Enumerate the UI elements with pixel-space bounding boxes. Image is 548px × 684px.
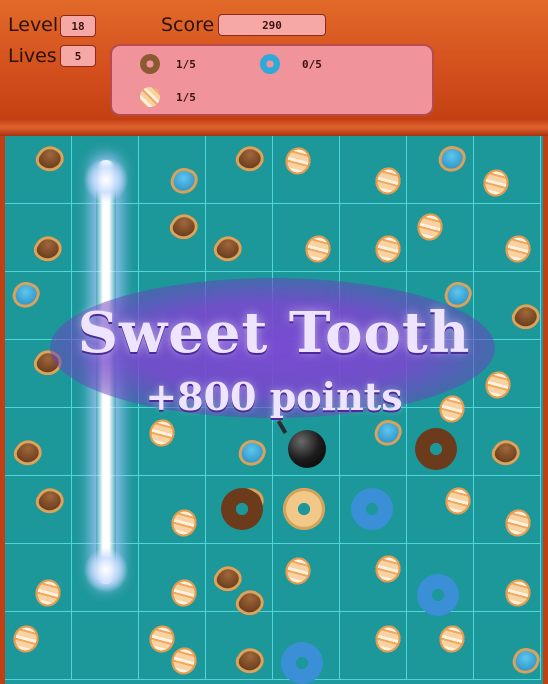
choc-donut[interactable] bbox=[415, 428, 457, 470]
board-cell[interactable] bbox=[474, 204, 541, 272]
plain-donut[interactable] bbox=[283, 488, 325, 530]
board-cell[interactable] bbox=[407, 204, 474, 272]
goal-progress-blue-donut: 0/5 bbox=[302, 58, 322, 71]
combo-title: Sweet Tooth bbox=[77, 300, 471, 366]
plain-donut-icon bbox=[140, 54, 160, 74]
board-cell[interactable] bbox=[5, 476, 72, 544]
board-cell[interactable] bbox=[206, 136, 273, 204]
score-value: 290 bbox=[218, 14, 326, 36]
combo-points: +800 points bbox=[145, 374, 403, 419]
board-cell[interactable] bbox=[474, 136, 541, 204]
blue-donut[interactable] bbox=[281, 642, 323, 684]
lives-label: Lives bbox=[8, 45, 57, 67]
blast-flare-top bbox=[84, 158, 128, 202]
level-value: 18 bbox=[60, 15, 96, 37]
board-cell[interactable] bbox=[139, 136, 206, 204]
board-cell[interactable] bbox=[72, 612, 139, 680]
board-cell[interactable] bbox=[139, 476, 206, 544]
board-cell[interactable] bbox=[5, 136, 72, 204]
board-cell[interactable] bbox=[139, 204, 206, 272]
hud-border bbox=[0, 120, 548, 136]
blue-donut-icon bbox=[260, 54, 280, 74]
striped-candy-icon bbox=[140, 87, 160, 107]
goal-progress-striped-candy: 1/5 bbox=[176, 91, 196, 104]
lives-value: 5 bbox=[60, 45, 96, 67]
level-label: Level bbox=[8, 14, 59, 36]
board-cell[interactable] bbox=[273, 204, 340, 272]
goals-panel: 1/5 0/5 1/5 bbox=[110, 44, 434, 116]
board-cell[interactable] bbox=[139, 544, 206, 612]
choc-donut[interactable] bbox=[221, 488, 263, 530]
board-cell[interactable] bbox=[5, 204, 72, 272]
hud-bar: Level 18 Lives 5 Score 290 1/5 0/5 1/5 bbox=[0, 0, 548, 124]
board-cell[interactable] bbox=[474, 476, 541, 544]
bomb-icon[interactable] bbox=[288, 430, 326, 468]
board-cell[interactable] bbox=[206, 204, 273, 272]
board-cell[interactable] bbox=[407, 136, 474, 204]
blue-donut[interactable] bbox=[351, 488, 393, 530]
blast-flare-bottom bbox=[84, 548, 128, 592]
goal-progress-plain-donut: 1/5 bbox=[176, 58, 196, 71]
score-label: Score bbox=[161, 14, 215, 36]
blue-donut[interactable] bbox=[417, 574, 459, 616]
